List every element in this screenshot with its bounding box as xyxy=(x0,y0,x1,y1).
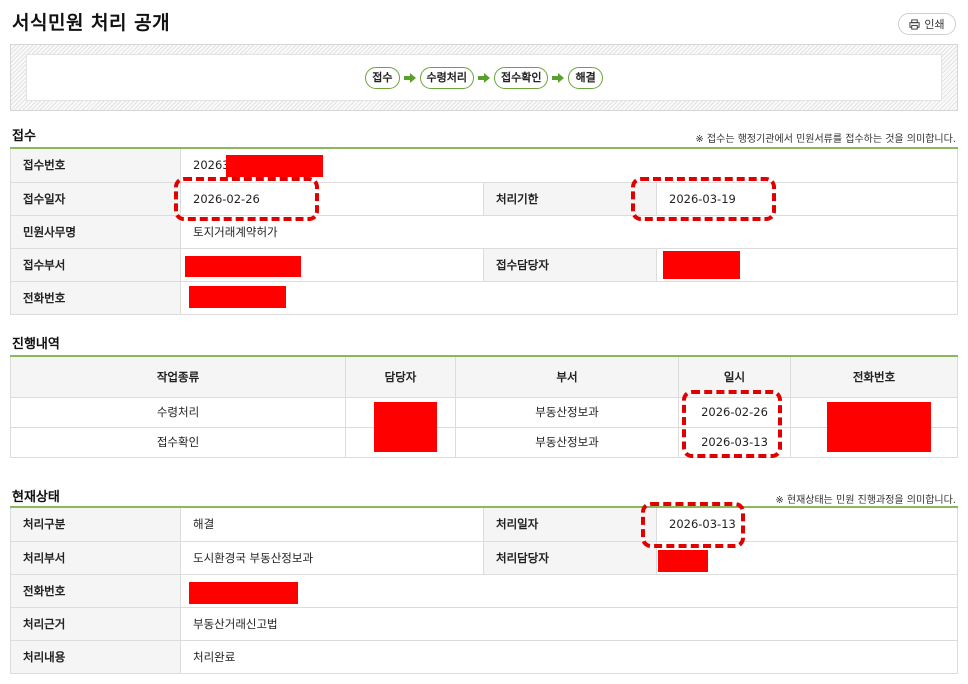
arrow-right-icon xyxy=(478,72,490,83)
step-reception: 접수 xyxy=(365,66,400,89)
history-header-type: 작업종류 xyxy=(10,357,346,398)
arrow-right-icon xyxy=(552,72,565,83)
content-value: 처리완료 xyxy=(180,640,958,674)
status-title: 현재상태 xyxy=(12,490,60,505)
redaction-block xyxy=(189,582,298,604)
process-steps-panel: 접수 수령처리 접수확인 해결 xyxy=(10,44,958,111)
redaction-block xyxy=(226,155,323,177)
history-type: 수령처리 xyxy=(10,397,346,428)
status-dept-value: 도시환경국 부동산정보과 xyxy=(180,541,484,575)
table-row: 수령처리 부동산정보과 2026-02-26 xyxy=(10,397,958,428)
reception-phone-label: 전화번호 xyxy=(10,281,181,315)
page-title: 서식민원 처리 공개 xyxy=(12,12,171,34)
status-dept-label: 처리부서 xyxy=(10,541,181,575)
step-receipt-processing: 수령처리 xyxy=(419,66,474,89)
redaction-block xyxy=(827,402,931,452)
history-table: 작업종류 담당자 부서 일시 전화번호 수령처리 부동산정보과 2026-02-… xyxy=(10,357,958,458)
reception-dept-label: 접수부서 xyxy=(10,248,181,282)
redaction-block xyxy=(663,251,740,279)
process-steps: 접수 수령처리 접수확인 해결 xyxy=(26,54,942,101)
basis-label: 처리근거 xyxy=(10,607,181,641)
redaction-block xyxy=(189,286,286,308)
redaction-block xyxy=(658,550,708,572)
processed-date-label: 처리일자 xyxy=(483,508,657,542)
reception-manager-label: 접수담당자 xyxy=(483,248,657,282)
receipt-date-label: 접수일자 xyxy=(10,182,181,216)
reception-note: ※ 접수는 행정기관에서 민원서류를 접수하는 것을 의미합니다. xyxy=(695,134,956,145)
category-label: 처리구분 xyxy=(10,508,181,542)
status-phone-label: 전화번호 xyxy=(10,574,181,608)
highlight-annotation xyxy=(631,177,776,221)
step-resolved: 해결 xyxy=(568,66,603,89)
reception-title: 접수 xyxy=(12,129,36,144)
history-title: 진행내역 xyxy=(12,337,60,352)
step-confirmation: 접수확인 xyxy=(494,66,549,89)
status-table: 처리구분 해결 처리일자 2026-03-13 처리부서 도시환경국 부동산정보… xyxy=(10,508,958,674)
history-header-manager: 담당자 xyxy=(345,357,456,398)
print-label: 인쇄 xyxy=(924,18,945,31)
history-dept: 부동산정보과 xyxy=(455,427,679,458)
history-type: 접수확인 xyxy=(10,427,346,458)
redaction-block xyxy=(185,256,301,277)
category-value: 해결 xyxy=(180,508,484,542)
receipt-no-label: 접수번호 xyxy=(10,149,181,183)
print-button[interactable]: 인쇄 xyxy=(898,13,956,35)
highlight-annotation xyxy=(174,177,319,221)
table-row: 접수확인 부동산정보과 2026-03-13 xyxy=(10,427,958,458)
office-label: 민원사무명 xyxy=(10,215,181,249)
status-note: ※ 현재상태는 민원 진행과정을 의미합니다. xyxy=(775,495,956,506)
arrow-right-icon xyxy=(403,72,416,83)
history-header-phone: 전화번호 xyxy=(790,357,958,398)
basis-value: 부동산거래신고법 xyxy=(180,607,958,641)
highlight-annotation xyxy=(682,390,782,458)
status-manager-label: 처리담당자 xyxy=(483,541,657,575)
highlight-annotation xyxy=(641,502,745,548)
redaction-block xyxy=(374,402,437,452)
reception-phone-value xyxy=(180,281,958,315)
printer-icon xyxy=(909,18,920,30)
history-dept: 부동산정보과 xyxy=(455,397,679,428)
content-label: 처리내용 xyxy=(10,640,181,674)
history-header-dept: 부서 xyxy=(455,357,679,398)
reception-table: 접수번호 20263 접수일자 2026-02-26 처리기한 2026-03-… xyxy=(10,149,958,315)
